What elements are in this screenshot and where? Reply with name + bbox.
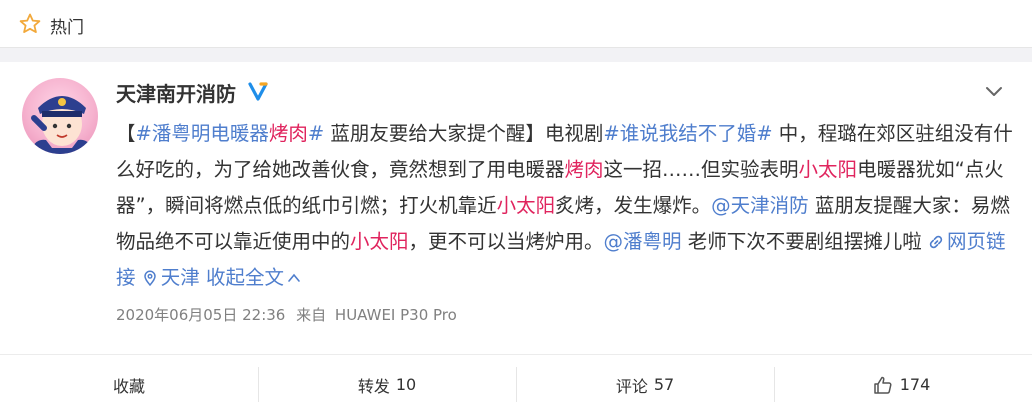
post-source: HUAWEI P30 Pro — [334, 306, 457, 324]
text-segment: ，更不可以当烤炉用。 — [408, 230, 604, 253]
comment-button[interactable]: 评论 57 — [516, 355, 774, 414]
post-text: 【#潘粤明电暖器烤肉# 蓝朋友要给大家提个醒】电视剧#谁说我结不了婚# 中，程璐… — [116, 116, 1016, 296]
thumbs-up-icon — [873, 376, 892, 394]
verified-badge-icon — [248, 82, 268, 101]
repost-button[interactable]: 转发 10 — [258, 355, 516, 414]
keyword-highlight: 烤肉 — [268, 122, 308, 145]
collapse-text-button[interactable]: 收起全文 — [206, 266, 301, 289]
repost-count: 10 — [395, 375, 417, 394]
text-segment: 炙烤，发生爆炸。 — [555, 194, 712, 217]
source-prefix: 来自 — [296, 306, 327, 324]
post-timestamp[interactable]: 2020年06月05日 22:36 — [116, 306, 285, 324]
like-button[interactable]: 174 — [774, 355, 1032, 414]
collapse-label: 收起全文 — [205, 266, 284, 289]
text-segment: 【 — [116, 122, 136, 145]
like-count: 174 — [899, 375, 931, 394]
repost-label: 转发 — [357, 376, 390, 396]
location-pin-icon — [143, 270, 156, 286]
location-label: 天津 — [160, 266, 200, 289]
mention-link[interactable]: @潘粤明 — [604, 230, 682, 253]
topic-link[interactable]: #谁说我结不了婚# — [603, 122, 772, 145]
comment-label: 评论 — [615, 376, 648, 396]
topic-link[interactable]: #潘粤明电暖器烤肉# — [136, 122, 325, 145]
post-meta: 2020年06月05日 22:36 来自 HUAWEI P30 Pro — [116, 304, 457, 325]
chevron-down-icon[interactable] — [983, 80, 1005, 102]
author-name[interactable]: 天津南开消防 — [116, 78, 236, 107]
top-bar: 热门 — [0, 0, 1032, 48]
text-segment: 老师下次不要剧组摆摊儿啦 — [681, 230, 928, 253]
keyword-highlight: 小太阳 — [798, 158, 858, 181]
weibo-post-card: 天津南开消防 【#潘粤明电暖器烤肉# 蓝朋友要给大家提个醒】电视剧#谁说我结不了… — [0, 62, 1032, 414]
favorite-label: 收藏 — [112, 376, 145, 396]
caret-up-icon — [288, 273, 300, 282]
keyword-highlight: 小太阳 — [350, 230, 409, 253]
page-title: 热门 — [50, 18, 84, 38]
star-icon — [19, 13, 41, 33]
comment-count: 57 — [653, 375, 675, 394]
avatar[interactable] — [22, 78, 98, 154]
location-link[interactable]: 天津 — [142, 266, 200, 289]
favorite-button[interactable]: 收藏 — [0, 355, 258, 414]
mention-link[interactable]: @天津消防 — [711, 194, 809, 217]
topic-part: #潘粤明电暖器 — [135, 122, 269, 145]
text-segment: 这一招……但实验表明 — [603, 158, 799, 181]
link-icon — [929, 235, 943, 249]
action-bar: 收藏 转发 10 评论 57 174 — [0, 355, 1032, 414]
text-segment: 蓝朋友要给大家提个醒】电视剧 — [324, 122, 604, 145]
keyword-highlight: 烤肉 — [564, 158, 604, 181]
avatar-illustration — [30, 96, 94, 154]
keyword-highlight: 小太阳 — [496, 194, 556, 217]
topic-part: # — [307, 122, 325, 145]
